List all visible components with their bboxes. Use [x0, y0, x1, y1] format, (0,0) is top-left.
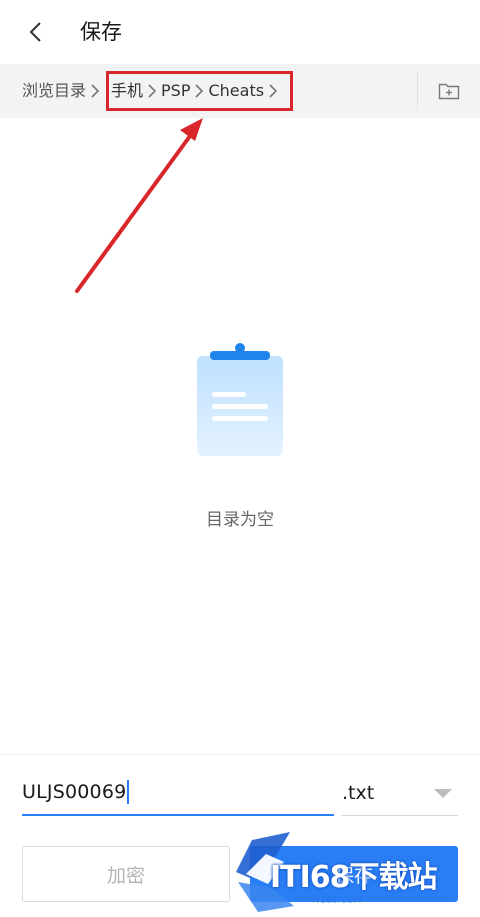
page-title: 保存 — [80, 20, 122, 44]
filename-value: ULJS00069 — [22, 781, 127, 803]
encrypt-button[interactable]: 加密 — [22, 846, 230, 902]
chevron-right-icon — [90, 84, 100, 98]
breadcrumb-divider — [417, 72, 418, 110]
chevron-right-icon — [194, 84, 204, 98]
empty-clipboard-icon — [197, 343, 283, 456]
filename-input[interactable]: ULJS00069 — [22, 770, 334, 816]
extension-select[interactable]: .txt — [341, 770, 458, 816]
breadcrumb: 浏览目录 手机 PSP Cheats — [22, 64, 294, 118]
extension-value: .txt — [342, 781, 375, 804]
breadcrumb-item-psp[interactable]: PSP — [161, 64, 190, 118]
breadcrumb-bar: 浏览目录 手机 PSP Cheats — [0, 64, 480, 118]
back-button[interactable] — [18, 14, 54, 50]
chevron-right-icon — [268, 84, 278, 98]
dropdown-triangle-icon — [434, 789, 452, 798]
chevron-right-icon — [147, 84, 157, 98]
new-folder-button[interactable] — [432, 75, 466, 107]
breadcrumb-highlight-box: 手机 PSP Cheats — [106, 71, 294, 111]
chevron-left-icon — [29, 22, 41, 42]
text-caret — [127, 780, 130, 804]
breadcrumb-item-cheats[interactable]: Cheats — [208, 64, 264, 118]
empty-state-message: 目录为空 — [206, 510, 274, 530]
breadcrumb-item-phone[interactable]: 手机 — [111, 64, 143, 118]
bottom-divider — [0, 754, 480, 755]
breadcrumb-root[interactable]: 浏览目录 — [22, 64, 86, 118]
new-folder-icon — [438, 83, 460, 100]
top-bar: 保存 — [0, 0, 480, 64]
save-button[interactable]: 保存 — [250, 846, 458, 902]
